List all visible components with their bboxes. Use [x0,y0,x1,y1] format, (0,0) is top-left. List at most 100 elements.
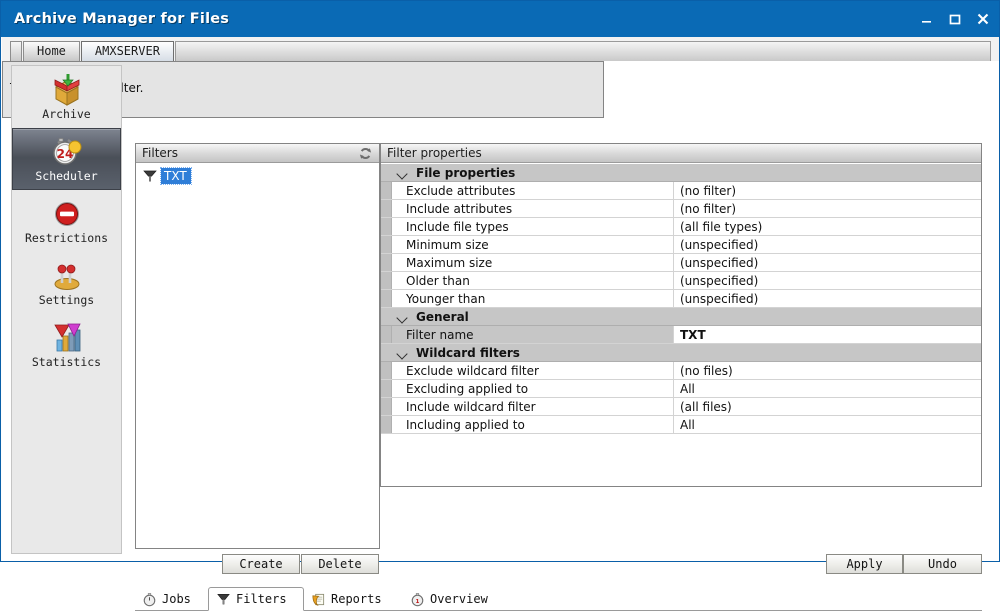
filter-tree-item-label: TXT [160,167,192,185]
sidebar-item-settings[interactable]: Settings [12,252,121,314]
table-row[interactable]: Exclude wildcard filter (no files) [381,362,981,380]
navigation-sidebar: Archive 24 Scheduler Restrictions Settin… [11,65,122,554]
sidebar-item-label: Statistics [31,355,102,369]
property-value[interactable]: (no filter) [674,182,981,199]
group-gutter [381,164,391,181]
table-row[interactable]: Include wildcard filter (all files) [381,398,981,416]
table-row[interactable]: Including applied to All [381,416,981,434]
filters-panel: Filters TXT [135,143,380,549]
property-value[interactable]: (all files) [674,398,981,415]
property-name: Filter name [392,326,674,343]
create-button[interactable]: Create [222,554,300,574]
chevron-down-icon[interactable] [397,311,409,323]
property-value[interactable]: TXT [674,326,981,343]
row-gutter [381,326,392,343]
server-tab-strip: Home AMXSERVER [2,37,999,61]
filters-panel-title: Filters [142,145,178,160]
row-gutter [381,290,392,307]
group-header-cell: Wildcard filters [391,344,520,361]
group-title: Wildcard filters [416,345,520,360]
table-row[interactable]: Include attributes (no filter) [381,200,981,218]
window-title: Archive Manager for Files [14,11,230,27]
table-row[interactable]: Older than (unspecified) [381,272,981,290]
row-gutter [381,218,392,235]
property-value[interactable]: All [674,416,981,433]
table-row[interactable]: Excluding applied to All [381,380,981,398]
group-header-cell: General [391,308,469,325]
sidebar-item-restrictions[interactable]: Restrictions [12,190,121,252]
refresh-icon[interactable] [358,146,373,161]
table-row[interactable]: Younger than (unspecified) [381,290,981,308]
table-row[interactable]: Maximum size (unspecified) [381,254,981,272]
minimize-icon[interactable] [919,11,935,27]
sidebar-item-label: Settings [38,293,95,307]
tab-jobs[interactable]: Jobs [135,587,208,611]
report-icon [311,592,326,607]
property-value[interactable]: All [674,380,981,397]
tabstrip-leading-stub [10,41,22,61]
chevron-down-icon[interactable] [397,347,409,359]
undo-button[interactable]: Undo [903,554,982,574]
group-gutter [381,308,391,325]
property-group-header[interactable]: Wildcard filters [381,344,981,362]
row-gutter [381,362,392,379]
tools-icon [49,259,85,293]
close-icon[interactable] [975,11,991,27]
title-bar: Archive Manager for Files [1,1,999,37]
row-gutter [381,182,392,199]
table-row[interactable]: Filter name TXT [381,326,981,344]
sidebar-item-label: Archive [42,107,91,121]
sidebar-item-archive[interactable]: Archive [12,66,121,128]
group-title: File properties [416,165,516,180]
property-value[interactable]: (all file types) [674,218,981,235]
properties-panel-header: Filter properties [381,144,981,163]
row-gutter [381,380,392,397]
archive-box-icon [49,73,85,107]
filters-tree[interactable]: TXT [136,164,379,548]
table-row[interactable]: Exclude attributes (no filter) [381,182,981,200]
property-name: Younger than [392,290,674,307]
sidebar-item-label: Restrictions [24,231,109,245]
funnel-icon [216,592,231,607]
property-value[interactable]: (unspecified) [674,236,981,253]
property-value[interactable]: (no filter) [674,200,981,217]
property-value[interactable]: (unspecified) [674,290,981,307]
property-value[interactable]: (unspecified) [674,254,981,271]
property-name: Including applied to [392,416,674,433]
application-window: Archive Manager for Files Home AMXSERVER [0,0,1000,611]
tab-filters[interactable]: Filters [208,587,304,611]
tab-overview[interactable]: 1 Overview [403,587,515,611]
tab-amxserver[interactable]: AMXSERVER [80,41,174,61]
property-name: Older than [392,272,674,289]
property-name: Include file types [392,218,674,235]
grid-empty-area [381,434,981,486]
tabstrip-filler [174,41,991,61]
sidebar-item-scheduler[interactable]: 24 Scheduler [12,128,121,190]
property-value[interactable]: (unspecified) [674,272,981,289]
chevron-down-icon[interactable] [397,167,409,179]
property-group-header[interactable]: File properties [381,164,981,182]
delete-button[interactable]: Delete [301,554,379,574]
row-gutter [381,236,392,253]
row-gutter [381,200,392,217]
bottom-tab-bar: Jobs Filters Reports 1 Overview [135,587,982,611]
table-row[interactable]: Include file types (all file types) [381,218,981,236]
row-gutter [381,416,392,433]
property-group-header[interactable]: General [381,308,981,326]
gauge-icon: 1 [410,592,425,607]
apply-button[interactable]: Apply [826,554,903,574]
sidebar-item-statistics[interactable]: Statistics [12,314,121,376]
maximize-icon[interactable] [947,11,963,27]
property-value[interactable]: (no files) [674,362,981,379]
property-name: Exclude wildcard filter [392,362,674,379]
tab-reports[interactable]: Reports [304,587,403,611]
table-row[interactable]: Minimum size (unspecified) [381,236,981,254]
row-gutter [381,254,392,271]
property-name: Include wildcard filter [392,398,674,415]
sidebar-item-label: Scheduler [35,169,98,183]
tab-label: Filters [236,592,287,606]
group-gutter [381,344,391,361]
list-item[interactable]: TXT [142,167,379,185]
filter-properties-panel: Filter properties File properties Exclud… [380,143,982,487]
tab-home[interactable]: Home [23,41,80,61]
